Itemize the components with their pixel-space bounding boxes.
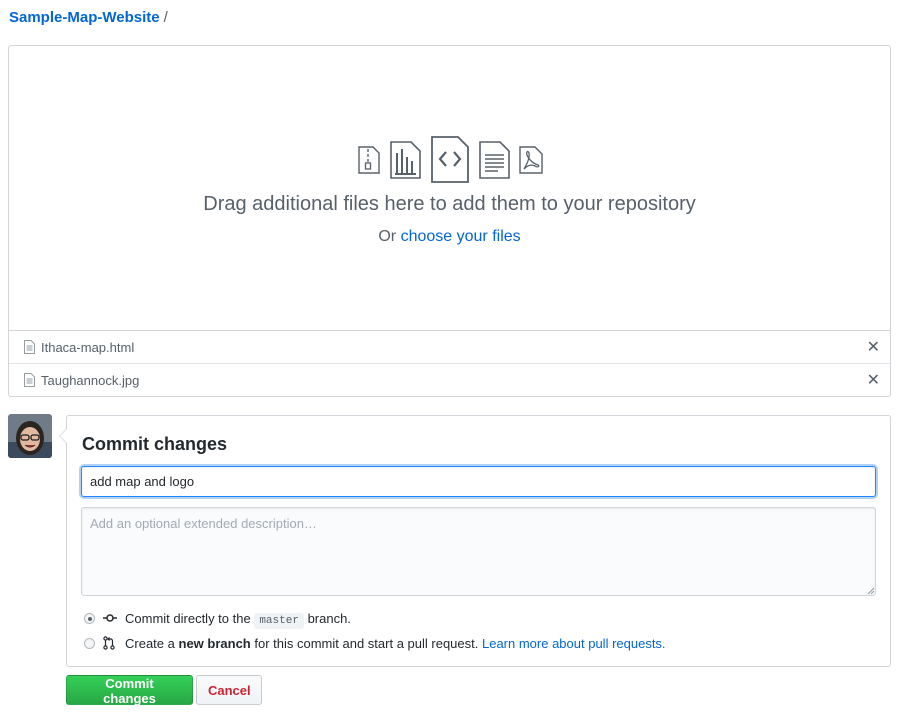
breadcrumb-separator: / bbox=[163, 9, 168, 26]
file-type-icons bbox=[9, 136, 890, 184]
file-row: Taughannock.jpg ✕ bbox=[9, 363, 890, 396]
text-file-icon bbox=[479, 141, 510, 179]
commit-changes-button[interactable]: Commit changes bbox=[66, 675, 193, 706]
commit-form: Commit changes Commit directly to the ma… bbox=[59, 415, 891, 667]
branch-name: master bbox=[254, 613, 304, 629]
file-name: Ithaca-map.html bbox=[41, 340, 135, 355]
avatar[interactable] bbox=[8, 414, 52, 458]
git-pull-request-icon bbox=[103, 636, 115, 650]
file-icon bbox=[24, 373, 35, 387]
git-commit-icon bbox=[103, 614, 117, 622]
chart-file-icon bbox=[390, 141, 421, 179]
avatar-image bbox=[8, 414, 52, 458]
close-icon[interactable]: ✕ bbox=[867, 337, 880, 357]
commit-direct-radio[interactable] bbox=[84, 613, 95, 624]
cancel-button[interactable]: Cancel bbox=[196, 675, 262, 705]
file-dropzone[interactable]: Drag additional files here to add them t… bbox=[8, 45, 891, 331]
drag-message: Drag additional files here to add them t… bbox=[203, 193, 696, 215]
commit-description-input[interactable] bbox=[81, 507, 876, 596]
code-file-icon bbox=[431, 136, 469, 183]
zip-file-icon bbox=[358, 146, 380, 174]
or-text: Or bbox=[378, 228, 397, 245]
new-branch-label: Create a new branch for this commit and … bbox=[125, 636, 666, 651]
repo-link[interactable]: Sample-Map-Website bbox=[9, 9, 160, 26]
breadcrumb: Sample-Map-Website / bbox=[9, 9, 168, 26]
commit-direct-label: Commit directly to the master branch. bbox=[125, 611, 351, 629]
file-row: Ithaca-map.html ✕ bbox=[9, 330, 890, 363]
pdf-file-icon bbox=[519, 146, 543, 174]
file-name: Taughannock.jpg bbox=[41, 373, 140, 388]
commit-summary-input[interactable] bbox=[81, 466, 876, 497]
commit-title: Commit changes bbox=[82, 434, 228, 454]
new-branch-radio[interactable] bbox=[84, 638, 95, 649]
uploaded-file-list: Ithaca-map.html ✕ Taughannock.jpg ✕ bbox=[8, 330, 891, 397]
choose-files-line: Or choose your files bbox=[9, 228, 890, 246]
choose-files-link[interactable]: choose your files bbox=[401, 228, 521, 245]
resize-grip-icon[interactable] bbox=[867, 587, 875, 595]
close-icon[interactable]: ✕ bbox=[867, 370, 880, 390]
file-icon bbox=[24, 340, 35, 354]
pull-requests-help-link[interactable]: Learn more about pull requests. bbox=[482, 636, 666, 651]
